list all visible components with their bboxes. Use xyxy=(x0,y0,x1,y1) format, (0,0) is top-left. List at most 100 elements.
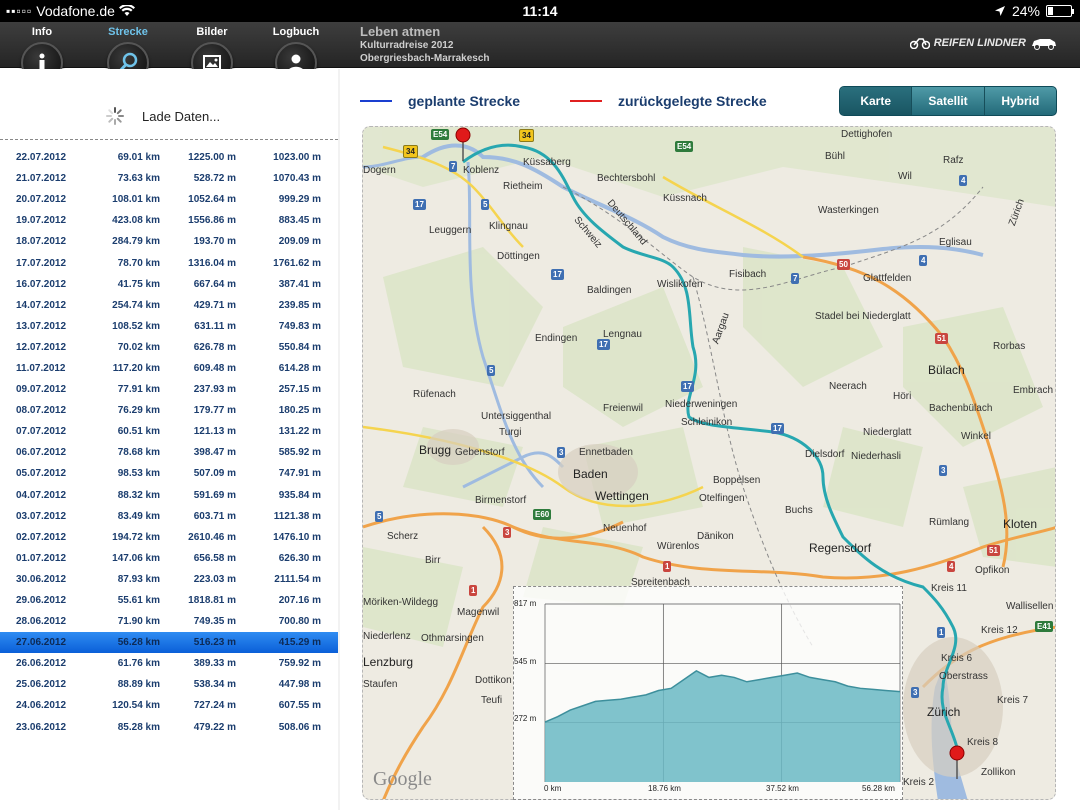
road-shield: 17 xyxy=(413,199,426,210)
map-type-karte[interactable]: Karte xyxy=(840,87,912,115)
stage-descent: 585.92 m xyxy=(278,447,321,459)
stage-row[interactable]: 01.07.2012 147.06 km 656.58 m 626.30 m xyxy=(0,548,338,569)
road-shield: 1 xyxy=(663,561,672,572)
map-label: Wislikofen xyxy=(657,279,703,290)
stage-descent: 180.25 m xyxy=(278,405,321,417)
x-tick-label: 18.76 km xyxy=(648,784,681,793)
map-label: Schleinikon xyxy=(681,417,733,428)
map-label: Boppelsen xyxy=(713,475,761,486)
stage-row[interactable]: 08.07.2012 76.29 km 179.77 m 180.25 m xyxy=(0,400,338,421)
map-label: Neerach xyxy=(829,381,867,392)
y-tick-label: 545 m xyxy=(514,657,537,666)
stage-distance: 194.72 km xyxy=(112,531,160,543)
x-tick-label: 37.52 km xyxy=(766,784,799,793)
map-label: Glattfelden xyxy=(863,273,912,284)
stage-row[interactable]: 13.07.2012 108.52 km 631.11 m 749.83 m xyxy=(0,316,338,337)
stage-row[interactable]: 27.06.2012 56.28 km 516.23 m 415.29 m xyxy=(0,632,338,654)
brand-logo: REIFEN LINDNER xyxy=(909,36,1058,50)
map-type-satellit[interactable]: Satellit xyxy=(911,87,983,115)
stage-row[interactable]: 04.07.2012 88.32 km 591.69 m 935.84 m xyxy=(0,485,338,506)
elevation-profile: 817 m 545 m 272 m 0 km 18.76 km 37.52 km… xyxy=(513,586,903,800)
stage-row[interactable]: 05.07.2012 98.53 km 507.09 m 747.91 m xyxy=(0,463,338,484)
stage-distance: 78.68 km xyxy=(117,447,160,459)
map-label: Lenzburg xyxy=(363,655,414,669)
stage-row[interactable]: 14.07.2012 254.74 km 429.71 m 239.85 m xyxy=(0,295,338,316)
stage-distance: 120.54 km xyxy=(112,700,160,712)
map-label: Möriken-Wildegg xyxy=(363,597,439,608)
x-tick-label: 0 km xyxy=(544,784,562,793)
stage-row[interactable]: 30.06.2012 87.93 km 223.03 m 2111.54 m xyxy=(0,569,338,590)
stage-row[interactable]: 16.07.2012 41.75 km 667.64 m 387.41 m xyxy=(0,274,338,295)
road-shield: 17 xyxy=(597,339,610,350)
stage-row[interactable]: 09.07.2012 77.91 km 237.93 m 257.15 m xyxy=(0,379,338,400)
stage-row[interactable]: 22.07.2012 69.01 km 1225.00 m 1023.00 m xyxy=(0,147,338,168)
stage-row[interactable]: 11.07.2012 117.20 km 609.48 m 614.28 m xyxy=(0,358,338,379)
stage-row[interactable]: 24.06.2012 120.54 km 727.24 m 607.55 m xyxy=(0,695,338,716)
stage-date: 17.07.2012 xyxy=(16,257,67,269)
map-type-hybrid[interactable]: Hybrid xyxy=(983,87,1056,115)
stage-descent: 607.55 m xyxy=(278,700,321,712)
road-shield: 3 xyxy=(557,447,566,458)
map-label: Rorbas xyxy=(993,341,1026,352)
map-label: Kreis 7 xyxy=(997,695,1029,706)
stage-descent: 1476.10 m xyxy=(273,531,321,543)
map-label: Winkel xyxy=(961,431,992,442)
stage-ascent: 528.72 m xyxy=(193,173,236,185)
stage-ascent: 626.78 m xyxy=(193,341,236,353)
road-shield: 5 xyxy=(375,511,384,522)
road-shield: 4 xyxy=(959,175,968,186)
brand-name: REIFEN LINDNER xyxy=(933,37,1026,49)
road-shield: E41 xyxy=(1035,621,1054,632)
tab-logbuch-label: Logbuch xyxy=(272,26,320,38)
battery-fill xyxy=(1048,7,1054,15)
stage-row[interactable]: 18.07.2012 284.79 km 193.70 m 209.09 m xyxy=(0,231,338,252)
stage-row[interactable]: 21.07.2012 73.63 km 528.72 m 1070.43 m xyxy=(0,168,338,189)
stage-date: 29.06.2012 xyxy=(16,595,67,607)
stage-row[interactable]: 02.07.2012 194.72 km 2610.46 m 1476.10 m xyxy=(0,527,338,548)
stage-distance: 117.20 km xyxy=(112,362,160,374)
stage-descent: 626.30 m xyxy=(278,552,321,564)
stage-date: 21.07.2012 xyxy=(16,173,67,185)
map-label: Buchs xyxy=(785,505,813,516)
stage-row[interactable]: 25.06.2012 88.89 km 538.34 m 447.98 m xyxy=(0,674,338,695)
stage-row[interactable]: 03.07.2012 83.49 km 603.71 m 1121.38 m xyxy=(0,506,338,527)
stage-distance: 55.61 km xyxy=(117,595,160,607)
elevation-chart xyxy=(544,603,901,782)
stage-row[interactable]: 23.06.2012 85.28 km 479.22 m 508.06 m xyxy=(0,717,338,738)
map-label: Küssaberg xyxy=(523,157,571,168)
map-label: Gebenstorf xyxy=(455,447,505,458)
map-label: Küssnach xyxy=(663,193,707,204)
google-logo: Google xyxy=(373,768,432,790)
stage-row[interactable]: 17.07.2012 78.70 km 1316.04 m 1761.62 m xyxy=(0,252,338,273)
stage-ascent: 398.47 m xyxy=(193,447,236,459)
map-label: Brugg xyxy=(419,443,452,457)
stage-row[interactable]: 26.06.2012 61.76 km 389.33 m 759.92 m xyxy=(0,653,338,674)
road-shield: 17 xyxy=(551,269,564,280)
road-shield: 17 xyxy=(681,381,694,392)
stage-ascent: 121.13 m xyxy=(193,426,236,438)
stage-row[interactable]: 06.07.2012 78.68 km 398.47 m 585.92 m xyxy=(0,442,338,463)
map-label: Leuggern xyxy=(429,225,472,236)
road-shield: 51 xyxy=(935,333,948,344)
stage-date: 30.06.2012 xyxy=(16,573,67,585)
road-shield: 3 xyxy=(911,687,920,698)
stage-date: 13.07.2012 xyxy=(16,320,67,332)
stage-row[interactable]: 19.07.2012 423.08 km 1556.86 m 883.45 m xyxy=(0,210,338,231)
trip-info: Leben atmen Kulturradreise 2012 Obergrie… xyxy=(360,24,490,65)
stage-ascent: 2610.46 m xyxy=(188,531,236,543)
map-label: Fisibach xyxy=(729,269,767,280)
road-shield: 51 xyxy=(987,545,1000,556)
map-label: Bachenbülach xyxy=(929,403,993,414)
road-shield: 3 xyxy=(939,465,948,476)
stage-date: 20.07.2012 xyxy=(16,194,67,206)
stage-row[interactable]: 29.06.2012 55.61 km 1818.81 m 207.16 m xyxy=(0,590,338,611)
stage-row[interactable]: 20.07.2012 108.01 km 1052.64 m 999.29 m xyxy=(0,189,338,210)
stage-row[interactable]: 07.07.2012 60.51 km 121.13 m 131.22 m xyxy=(0,421,338,442)
stage-list: 22.07.2012 69.01 km 1225.00 m 1023.00 m 21.0… xyxy=(0,147,338,738)
map-label: Niederglatt xyxy=(863,427,912,438)
stage-distance: 78.70 km xyxy=(117,257,160,269)
stage-row[interactable]: 28.06.2012 71.90 km 749.35 m 700.80 m xyxy=(0,611,338,632)
map-type-selector: Karte Satellit Hybrid xyxy=(839,86,1057,116)
stage-row[interactable]: 12.07.2012 70.02 km 626.78 m 550.84 m xyxy=(0,337,338,358)
stage-descent: 614.28 m xyxy=(278,362,321,374)
